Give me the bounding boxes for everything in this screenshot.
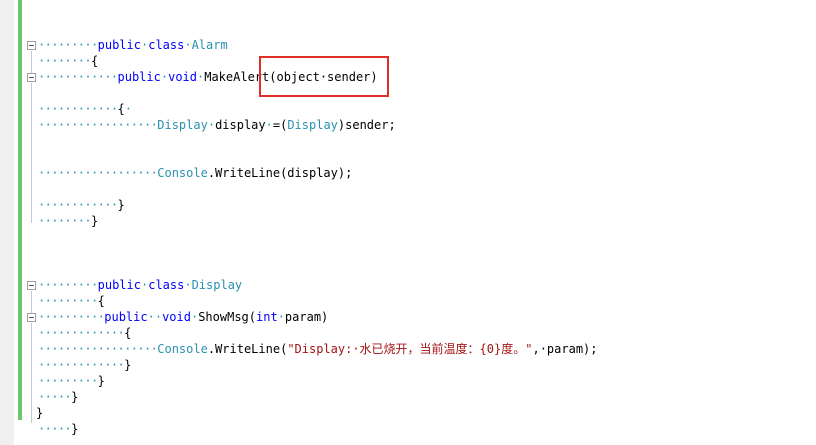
code-line[interactable]: ·········} xyxy=(38,373,105,389)
code-token: .WriteLine(display); xyxy=(207,166,353,180)
outline-guide xyxy=(31,51,32,73)
code-token: Console xyxy=(157,342,208,356)
code-token: Display xyxy=(191,278,243,292)
indent-whitespace: ············· xyxy=(38,326,125,340)
code-token: } xyxy=(91,214,99,228)
code-token: void xyxy=(168,70,197,84)
code-line[interactable]: ··········public··void·ShowMsg(int·param… xyxy=(38,309,328,325)
error-squiggle xyxy=(66,434,74,437)
code-token: · xyxy=(184,38,192,52)
change-tracking-bar xyxy=(18,0,22,420)
code-token: public xyxy=(97,278,141,292)
indent-whitespace: ·········· xyxy=(38,310,105,324)
code-line[interactable]: ············} xyxy=(38,197,125,213)
annotation-highlight-box xyxy=(259,56,389,97)
code-token: )sender; xyxy=(337,118,396,132)
code-line[interactable]: ·········public·class·Alarm xyxy=(38,37,228,53)
outline-guide xyxy=(31,323,32,423)
code-token: public xyxy=(97,38,141,52)
code-token: class xyxy=(148,278,185,292)
indent-whitespace: ·················· xyxy=(38,342,158,356)
code-token: · xyxy=(124,102,132,116)
code-line[interactable]: ··················Console.WriteLine(disp… xyxy=(38,165,352,181)
code-token: Alarm xyxy=(191,38,228,52)
outline-guide xyxy=(31,291,32,313)
code-token: ,·param); xyxy=(532,342,598,356)
code-token: void xyxy=(162,310,191,324)
code-line[interactable]: ·········public·class·Display xyxy=(38,277,242,293)
indent-whitespace: ········· xyxy=(38,374,98,388)
indent-whitespace: ········· xyxy=(38,294,98,308)
code-token: ·· xyxy=(147,310,163,324)
indent-whitespace: ········ xyxy=(38,214,92,228)
code-token: · xyxy=(160,70,169,84)
fold-toggle-icon[interactable] xyxy=(27,41,36,50)
code-token: } xyxy=(124,358,132,372)
indent-whitespace: ·················· xyxy=(38,118,158,132)
outline-guide xyxy=(31,83,32,223)
code-token: Display xyxy=(157,118,208,132)
code-line[interactable]: ············{· xyxy=(38,101,132,117)
code-token: { xyxy=(124,326,132,340)
code-token: Display xyxy=(287,118,338,132)
code-token: } xyxy=(36,406,44,420)
code-line[interactable]: ·········{ xyxy=(38,293,105,309)
code-line[interactable]: ··················Display·display·=(Disp… xyxy=(38,117,396,133)
fold-toggle-icon[interactable] xyxy=(27,313,36,322)
code-line[interactable]: ·············} xyxy=(38,357,131,373)
code-token: display xyxy=(215,118,266,132)
code-token: Console xyxy=(157,166,208,180)
code-token: { xyxy=(91,54,99,68)
code-token: int xyxy=(256,310,278,324)
code-token: public xyxy=(104,310,148,324)
code-token: { xyxy=(97,294,105,308)
code-line[interactable]: ··················Console.WriteLine("Dis… xyxy=(38,341,598,357)
code-token: class xyxy=(148,38,185,52)
code-token: · xyxy=(207,118,216,132)
indent-whitespace: ············· xyxy=(38,358,125,372)
indent-whitespace: ············ xyxy=(38,70,118,84)
code-line[interactable]: ·····} xyxy=(38,389,78,405)
code-token: · xyxy=(277,310,285,324)
code-line[interactable]: } xyxy=(36,405,43,421)
indent-whitespace: ····· xyxy=(38,390,72,404)
code-token: ShowMsg( xyxy=(198,310,256,324)
indent-whitespace: ·················· xyxy=(38,166,158,180)
editor-margin xyxy=(0,0,14,445)
fold-toggle-icon[interactable] xyxy=(27,73,36,82)
indent-whitespace: ············ xyxy=(38,198,118,212)
code-token: .WriteLine( xyxy=(207,342,288,356)
fold-toggle-icon[interactable] xyxy=(27,281,36,290)
indent-whitespace: ········· xyxy=(38,278,98,292)
code-token: } xyxy=(117,198,125,212)
code-token: "Display:·水已烧开，当前温度：{0}度。" xyxy=(287,342,533,356)
code-token: { xyxy=(117,102,125,116)
code-token: } xyxy=(97,374,105,388)
code-token: · xyxy=(184,278,192,292)
code-token: =( xyxy=(272,118,288,132)
code-token: · xyxy=(265,118,273,132)
code-token: } xyxy=(71,390,79,404)
code-token: param) xyxy=(284,310,329,324)
code-token: public xyxy=(117,70,161,84)
indent-whitespace: ············ xyxy=(38,102,118,116)
code-line[interactable]: ········} xyxy=(38,213,98,229)
code-line[interactable]: ·············{ xyxy=(38,325,131,341)
indent-whitespace: ········ xyxy=(38,54,92,68)
indent-whitespace: ········· xyxy=(38,38,98,52)
code-line[interactable]: ········{ xyxy=(38,53,98,69)
